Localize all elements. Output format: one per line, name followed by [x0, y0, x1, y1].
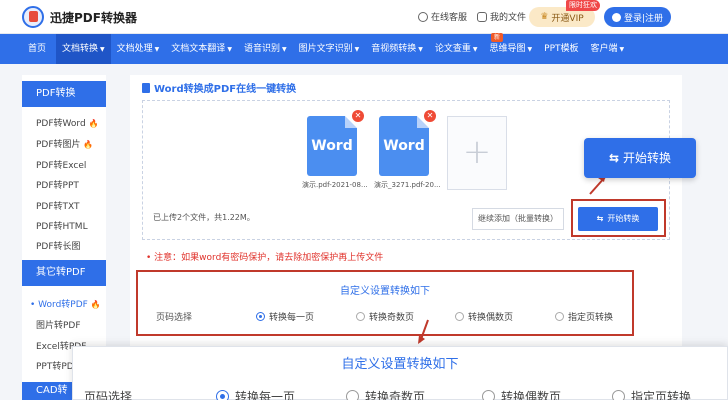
settings-title: 自定义设置转换如下	[340, 286, 430, 297]
fire-icon: 🔥	[83, 140, 94, 149]
user-icon	[611, 12, 621, 22]
radio-icon	[482, 390, 495, 400]
swap-icon: ⇆	[608, 151, 620, 165]
chevron-down-icon: ▼	[472, 46, 478, 53]
new-badge: 新	[491, 33, 503, 42]
page-select-label: 页码选择	[156, 313, 193, 323]
nav-doc-convert[interactable]: 文档转换 ▼	[56, 34, 111, 64]
nav-doc-process[interactable]: 文档处理 ▼	[111, 34, 166, 64]
word-file-icon: Word	[379, 116, 429, 176]
app-logo-icon[interactable]	[22, 6, 44, 28]
remove-file-icon[interactable]: ✕	[424, 110, 436, 122]
sidebar-item-pdf-to-image[interactable]: PDF转图片 🔥	[36, 137, 93, 150]
sidebar-item-pdf-to-ppt[interactable]: PDF转PPT	[36, 178, 79, 191]
customer-service-link[interactable]: 在线客服	[418, 10, 467, 23]
page-title: Word转换成PDF在线一键转换	[142, 80, 296, 95]
chevron-down-icon: ▼	[418, 46, 423, 53]
start-convert-button-zoomed[interactable]: ⇆ 开始转换	[584, 138, 696, 178]
radio-icon	[256, 312, 265, 321]
remove-file-icon[interactable]: ✕	[352, 110, 364, 122]
customer-service-label: 在线客服	[431, 13, 468, 23]
radio-odd-pages[interactable]: 转换奇数页	[356, 310, 414, 323]
file-icon	[477, 11, 487, 22]
document-icon	[142, 82, 150, 93]
open-vip-label: 开通VIP	[551, 13, 584, 24]
zoomed-page-select-label: 页码选择	[84, 390, 133, 400]
file-name: 演示.pdf-2021-08...	[302, 181, 368, 189]
sidebar-item-image-to-pdf[interactable]: 图片转PDF	[36, 318, 81, 331]
password-notice: • 注意：如果word有密码保护，请去除加密保护再上传文件	[146, 253, 384, 263]
sidebar-section-cad: CAD转	[22, 382, 72, 400]
radio-icon	[346, 390, 359, 400]
sidebar-section-pdf-convert: PDF转换	[22, 81, 106, 107]
file-name: 演示_3271.pdf-20...	[374, 181, 441, 189]
zoomed-radio-every-page[interactable]: 转换每一页	[216, 388, 295, 400]
nav-home[interactable]: 首页	[0, 34, 56, 64]
convert-settings-panel	[136, 270, 634, 336]
my-files-label: 我的文件	[490, 13, 527, 23]
chevron-down-icon: ▼	[227, 46, 232, 53]
nav-ppt[interactable]: PPT模板	[538, 34, 584, 64]
fire-icon: 🔥	[90, 300, 101, 309]
sidebar-section-to-pdf: 其它转PDF	[22, 260, 106, 286]
nav-speech[interactable]: 语音识别 ▼	[238, 34, 293, 64]
radio-icon	[216, 390, 229, 400]
login-register-label: 登录|注册	[623, 13, 664, 24]
sidebar-item-pdf-to-longimage[interactable]: PDF转长图	[36, 239, 81, 252]
sidebar-item-pdf-to-word[interactable]: PDF转Word 🔥	[36, 116, 99, 129]
sidebar-item-word-to-pdf[interactable]: • Word转PDF 🔥	[30, 297, 101, 310]
radio-icon	[612, 390, 625, 400]
start-convert-button[interactable]: ⇆ 开始转换	[578, 207, 658, 231]
upload-summary: 已上传2个文件，共1.22M。	[153, 213, 255, 222]
crown-icon: ♛	[540, 12, 549, 22]
nav-client[interactable]: 客户端 ▼	[585, 34, 631, 64]
zoomed-radio-specified-pages[interactable]: 指定页转换	[612, 388, 691, 400]
word-file-icon: Word	[307, 116, 357, 176]
my-files-link[interactable]: 我的文件	[477, 10, 526, 23]
fire-icon: 🔥	[88, 119, 99, 128]
radio-every-page[interactable]: 转换每一页	[256, 310, 314, 323]
swap-icon: ⇆	[596, 214, 604, 223]
uploaded-file-card[interactable]: Word ✕ 演示_3271.pdf-20...	[374, 110, 441, 190]
nav-ocr[interactable]: 图片文字识别 ▼	[293, 34, 366, 64]
add-file-plus-icon[interactable]: +	[447, 116, 507, 190]
continue-add-button[interactable]: 继续添加（批量转换）	[472, 208, 564, 230]
zoomed-settings-title: 自定义设置转换如下	[341, 357, 459, 372]
chevron-down-icon: ▼	[154, 46, 160, 53]
nav-av-convert[interactable]: 音视频转换 ▼	[365, 34, 429, 64]
chevron-down-icon: ▼	[354, 46, 360, 53]
chevron-down-icon: ▼	[619, 46, 625, 53]
main-navbar: 首页 文档转换 ▼ 文档处理 ▼ 文档文本翻译 ▼ 语音识别 ▼ 图片文字识别 ▼ 音视频…	[0, 34, 728, 64]
radio-specified-pages[interactable]: 指定页转换	[555, 310, 613, 323]
brand-name[interactable]: 迅捷PDF转换器	[50, 9, 137, 26]
nav-translate[interactable]: 文档文本翻译 ▼	[165, 34, 238, 64]
chevron-down-icon: ▼	[527, 46, 533, 53]
uploaded-file-card[interactable]: Word ✕ 演示.pdf-2021-08...	[302, 110, 368, 190]
login-register-button[interactable]: 登录|注册	[604, 7, 671, 27]
headset-icon	[418, 11, 428, 22]
sidebar-item-pdf-to-txt[interactable]: PDF转TXT	[36, 199, 80, 212]
radio-even-pages[interactable]: 转换偶数页	[455, 310, 513, 323]
nav-plagiarism[interactable]: 论文查重 ▼	[429, 34, 484, 64]
radio-icon	[356, 312, 365, 321]
sidebar-item-pdf-to-excel[interactable]: PDF转Excel	[36, 158, 86, 171]
chevron-down-icon: ▼	[281, 46, 287, 53]
radio-icon	[455, 312, 464, 321]
sidebar-item-pdf-to-html[interactable]: PDF转HTML	[36, 219, 88, 232]
zoomed-radio-even-pages[interactable]: 转换偶数页	[482, 388, 561, 400]
chevron-down-icon: ▼	[100, 46, 105, 53]
callout-arrow-icon	[418, 319, 429, 344]
zoomed-radio-odd-pages[interactable]: 转换奇数页	[346, 388, 425, 400]
promo-badge: 限时狂欢	[566, 0, 600, 11]
radio-icon	[555, 312, 564, 321]
